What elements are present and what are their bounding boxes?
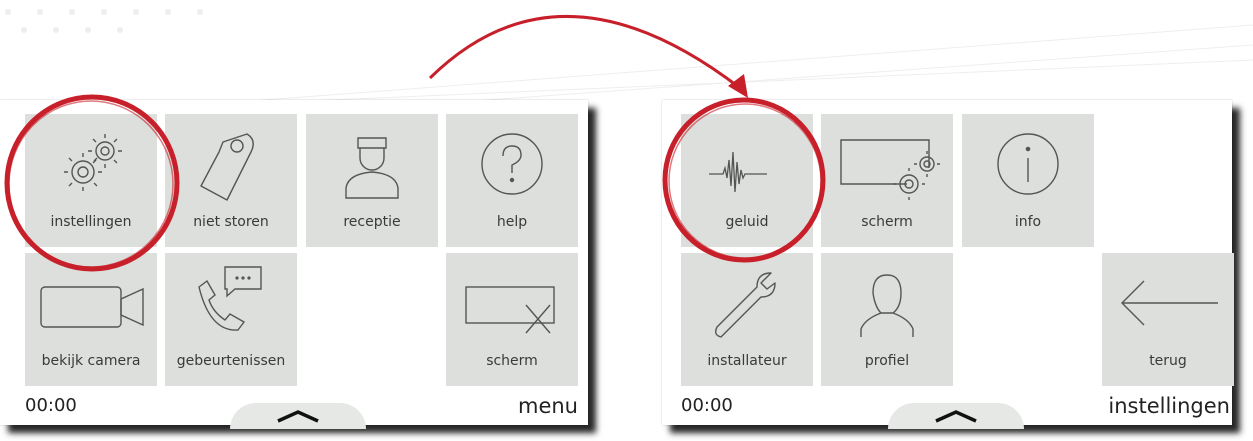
gears-icon: [64, 134, 122, 191]
tile-info[interactable]: info: [962, 114, 1094, 247]
tile-label: scherm: [861, 214, 913, 230]
tile-label: instellingen: [50, 214, 132, 230]
menu-screen: instellingen niet storen receptie help b…: [0, 100, 588, 429]
camera-icon: [40, 286, 144, 328]
screen-off-icon: [465, 286, 555, 334]
chevron-up-icon: [935, 410, 977, 423]
tile-geluid[interactable]: geluid: [681, 114, 813, 247]
tile-label: bekijk camera: [41, 353, 141, 369]
screen-settings-icon: [840, 139, 940, 200]
tile-label: niet storen: [193, 214, 269, 230]
profile-icon: [860, 274, 914, 337]
info-icon: [997, 133, 1059, 195]
screen-title: menu: [518, 394, 578, 418]
clock: 00:00: [681, 395, 733, 416]
wrench-icon: [714, 272, 776, 338]
tile-label: help: [496, 214, 528, 230]
arrow-head-icon: [728, 74, 748, 98]
door-hanger-icon: [200, 133, 254, 201]
tile-label: profiel: [864, 353, 910, 369]
tile-gebeurtenissen[interactable]: gebeurtenissen: [165, 253, 297, 386]
tile-profiel[interactable]: profiel: [821, 253, 953, 386]
instellingen-screen: geluid scherm info installateur profiel …: [662, 100, 1234, 429]
tile-label: info: [1014, 214, 1042, 230]
tile-receptie[interactable]: receptie: [306, 114, 438, 247]
tile-label: terug: [1149, 353, 1187, 369]
pull-up-tab[interactable]: [888, 403, 1024, 429]
tile-terug[interactable]: terug: [1102, 253, 1234, 386]
tile-label: scherm: [486, 353, 538, 369]
receptionist-icon: [345, 137, 399, 199]
tile-help[interactable]: help: [446, 114, 578, 247]
tile-scherm[interactable]: scherm: [446, 253, 578, 386]
sound-wave-icon: [709, 151, 767, 193]
tile-label: installateur: [707, 353, 787, 369]
tile-installateur[interactable]: installateur: [681, 253, 813, 386]
clock: 00:00: [25, 395, 77, 416]
tile-scherm-settings[interactable]: scherm: [821, 114, 953, 247]
help-icon: [481, 133, 543, 195]
back-arrow-icon: [1121, 280, 1218, 326]
screen-title: instellingen: [1108, 394, 1230, 418]
chevron-up-icon: [277, 410, 319, 423]
tile-label: gebeurtenissen: [176, 353, 286, 369]
tile-bekijk-camera[interactable]: bekijk camera: [25, 253, 157, 386]
tile-instellingen[interactable]: instellingen: [25, 114, 157, 247]
tile-niet-storen[interactable]: niet storen: [165, 114, 297, 247]
pull-up-tab[interactable]: [230, 403, 366, 429]
tile-label: receptie: [343, 214, 401, 230]
phone-message-icon: [198, 266, 262, 331]
tile-label: geluid: [725, 214, 769, 230]
arrow-curve: [428, 15, 741, 90]
